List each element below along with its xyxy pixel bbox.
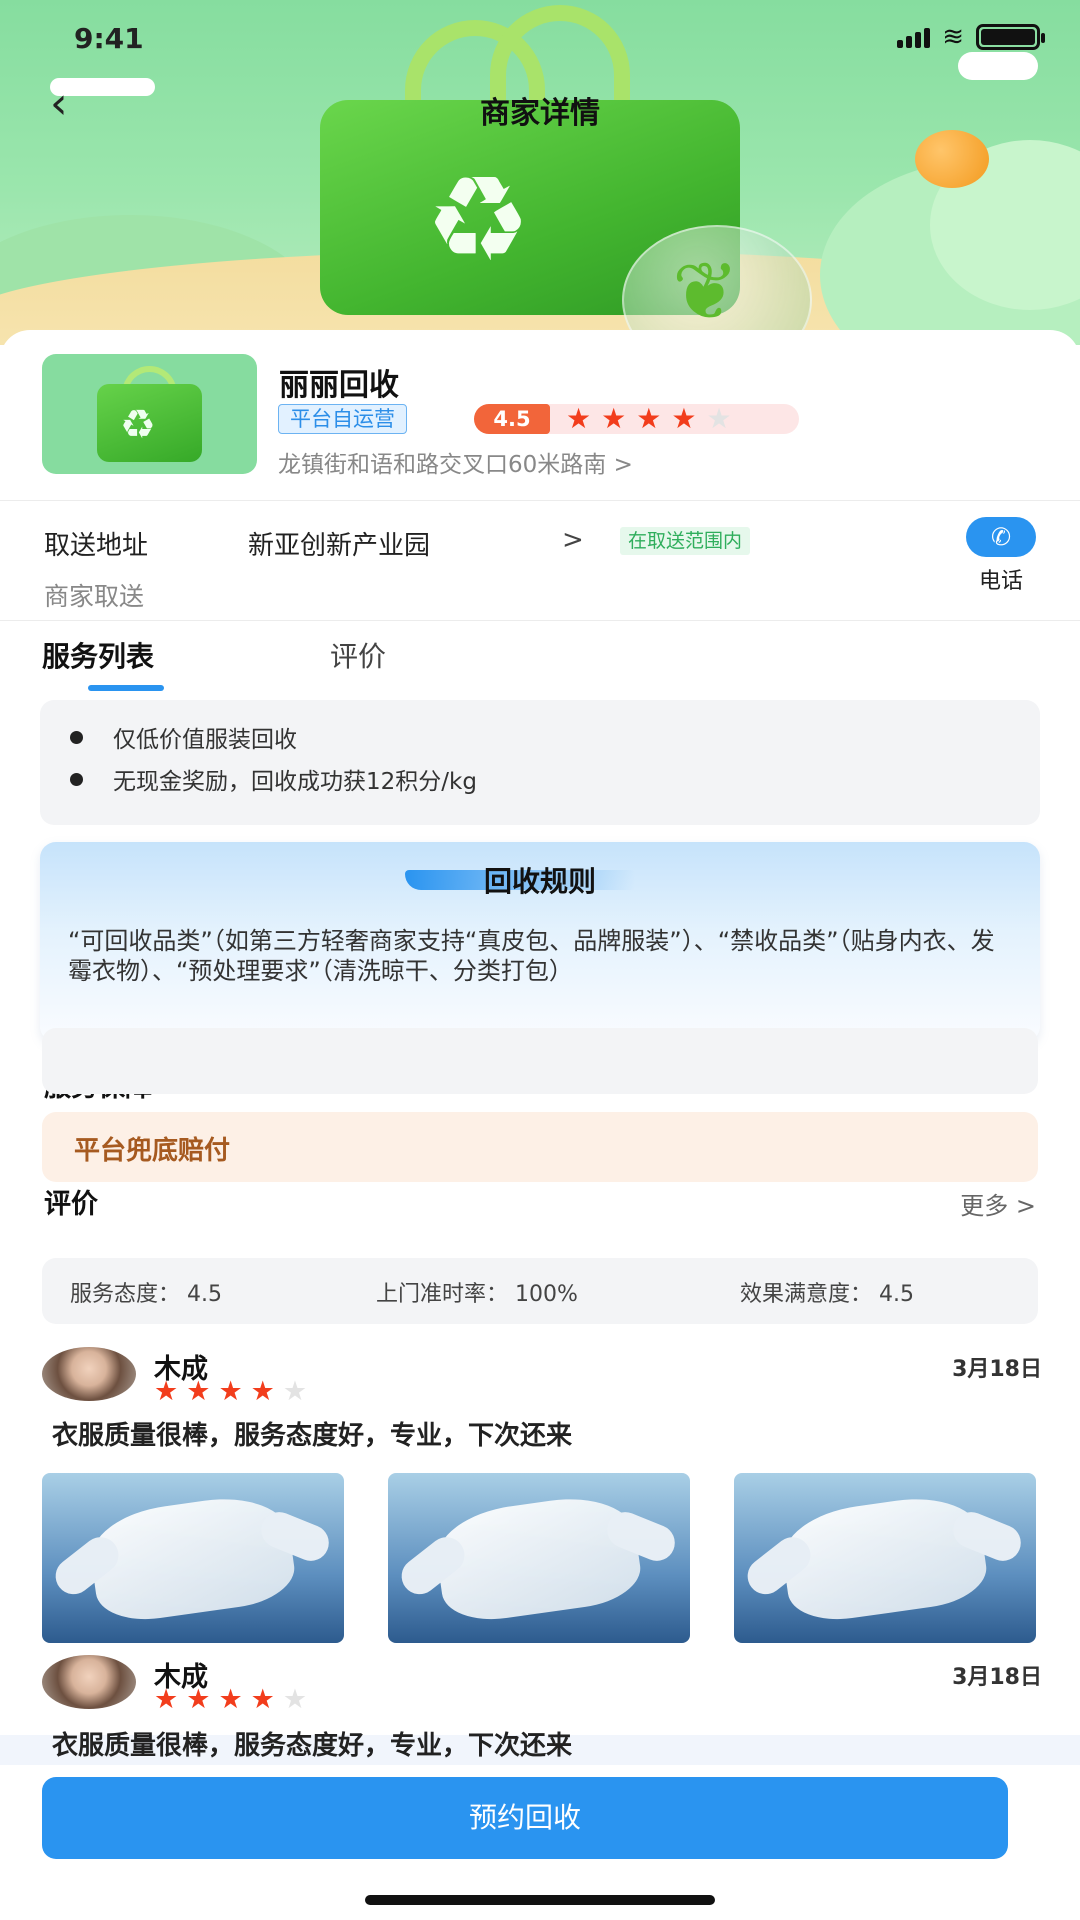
tab-bar: 服务列表 评价: [42, 635, 1042, 705]
star-icon: ★: [218, 1684, 243, 1715]
avatar: [42, 1655, 136, 1709]
rating-stars: ★ ★ ★ ★ ★: [566, 404, 732, 434]
merchant-address-link[interactable]: 龙镇街和语和路交叉口60米路南 >: [278, 445, 633, 479]
phone-icon: ✆: [966, 517, 1036, 557]
review-photo[interactable]: [42, 1473, 344, 1643]
star-icon: ★: [636, 402, 662, 435]
review-stars: ★ ★ ★ ★ ★: [154, 1685, 307, 1715]
star-icon: ★: [250, 1684, 275, 1715]
service-notes: 仅低价值服装回收 无现金奖励，回收成功获12积分/kg: [40, 700, 1040, 825]
metric-satisfaction: 效果满意度： 4.5: [740, 1282, 914, 1307]
list-item: 无现金奖励，回收成功获12积分/kg: [70, 762, 477, 796]
star-icon: ★: [601, 402, 627, 435]
status-time: 9:41: [74, 22, 144, 55]
note-text: 仅低价值服装回收: [113, 727, 297, 753]
star-icon: ★: [154, 1684, 179, 1715]
hero-ball: [915, 130, 989, 188]
in-range-badge: 在取送范围内: [620, 527, 751, 555]
page-title: 商家详情: [480, 96, 600, 131]
star-empty-icon: ★: [282, 1684, 308, 1715]
review-metrics-bar: 服务态度： 4.5 上门准时率： 100% 效果满意度： 4.5: [42, 1258, 1038, 1324]
recycle-icon: ♻: [425, 150, 531, 288]
rules-text: “可回收品类”（如第三方轻奢商家支持“真皮包、品牌服装”）、“禁收品类”（贴身内…: [68, 927, 995, 985]
note-text: 无现金奖励，回收成功获12积分/kg: [113, 769, 477, 795]
review-item: 木成 ★ ★ ★ ★ ★ 3月18日 衣服质量很棒，服务态度好，专业，下次还来: [42, 1347, 1042, 1647]
battery-icon: [976, 24, 1045, 50]
more-reviews-link[interactable]: 更多 >: [960, 1186, 1036, 1221]
review-photo[interactable]: [388, 1473, 690, 1643]
star-icon: ★: [186, 1684, 211, 1715]
pickup-label: 取送地址: [44, 531, 149, 561]
star-icon: ★: [154, 1376, 179, 1407]
call-label: 电话: [978, 569, 1023, 594]
self-operated-badge: 平台自运营: [278, 404, 407, 434]
review-date: 3月18日: [952, 1665, 1042, 1690]
pickup-address-value[interactable]: 新亚创新产业园: [248, 525, 430, 562]
signal-icon: [897, 26, 931, 48]
list-item: 仅低价值服装回收: [70, 720, 297, 754]
pickup-address-row: 取送地址 新亚创新产业园 > 在取送范围内 商家取送 ✆ 电话: [44, 517, 1036, 635]
wifi-icon: ≋: [942, 22, 964, 52]
bullet-icon: [70, 730, 83, 744]
star-empty-icon: ★: [706, 402, 732, 435]
tab-reviews[interactable]: 评价: [330, 635, 386, 675]
star-icon: ★: [218, 1376, 243, 1407]
pickup-method: 商家取送: [44, 582, 145, 611]
review-metrics: [42, 1028, 1038, 1094]
star-icon: ★: [186, 1376, 211, 1407]
star-icon: ★: [250, 1376, 275, 1407]
section-title-reviews: 评价: [44, 1189, 98, 1220]
metric-punctuality: 上门准时率： 100%: [376, 1282, 578, 1307]
tab-service-list[interactable]: 服务列表: [42, 635, 154, 675]
book-recycle-button[interactable]: 预约回收: [42, 1777, 1008, 1859]
bottom-action-bar: 预约回收: [0, 1765, 1080, 1920]
review-item: 木成 ★ ★ ★ ★ ★ 3月18日: [42, 1655, 1042, 1735]
rating-pill: 4.5 ★ ★ ★ ★ ★: [474, 404, 799, 434]
star-icon: ★: [566, 402, 592, 435]
star-empty-icon: ★: [282, 1376, 308, 1407]
chevron-right-icon[interactable]: >: [562, 525, 584, 555]
metric-service-attitude: 服务态度： 4.5: [70, 1282, 222, 1307]
review-date: 3月18日: [952, 1357, 1042, 1382]
bullet-icon: [70, 772, 83, 786]
review-text: 衣服质量很棒，服务态度好，专业，下次还来: [52, 1421, 573, 1451]
rules-title: 回收规则: [483, 865, 596, 898]
merchant-card: ♻ 丽丽回收 平台自运营 4.5 ★ ★ ★ ★ ★ 龙镇街和语和路交叉口60米…: [42, 352, 1042, 479]
status-bar: 9:41 ≋: [0, 0, 1080, 70]
divider: [0, 500, 1080, 501]
scroll-fade: [0, 1735, 1080, 1765]
status-icons: ≋: [897, 22, 1045, 52]
guarantee-item: 平台兜底赔付: [42, 1112, 1038, 1182]
rating-value: 4.5: [474, 404, 550, 434]
recycle-icon: ♻: [120, 402, 156, 448]
star-icon: ★: [671, 402, 697, 435]
call-button[interactable]: ✆ 电话: [962, 517, 1040, 617]
review-stars: ★ ★ ★ ★ ★: [154, 1377, 307, 1407]
recycle-rules-card: 回收规则 “可回收品类”（如第三方轻奢商家支持“真皮包、品牌服装”）、“禁收品类…: [40, 842, 1040, 1042]
guarantee-text: 平台兜底赔付: [74, 1136, 231, 1166]
avatar: [42, 1347, 136, 1401]
leaf-icon: ❦: [672, 245, 740, 338]
review-photo[interactable]: [734, 1473, 1036, 1643]
home-indicator: [365, 1895, 715, 1905]
merchant-logo: ♻: [42, 354, 257, 474]
divider: [0, 620, 1080, 621]
merchant-name: 丽丽回收: [279, 368, 399, 403]
tab-indicator: [88, 685, 164, 691]
